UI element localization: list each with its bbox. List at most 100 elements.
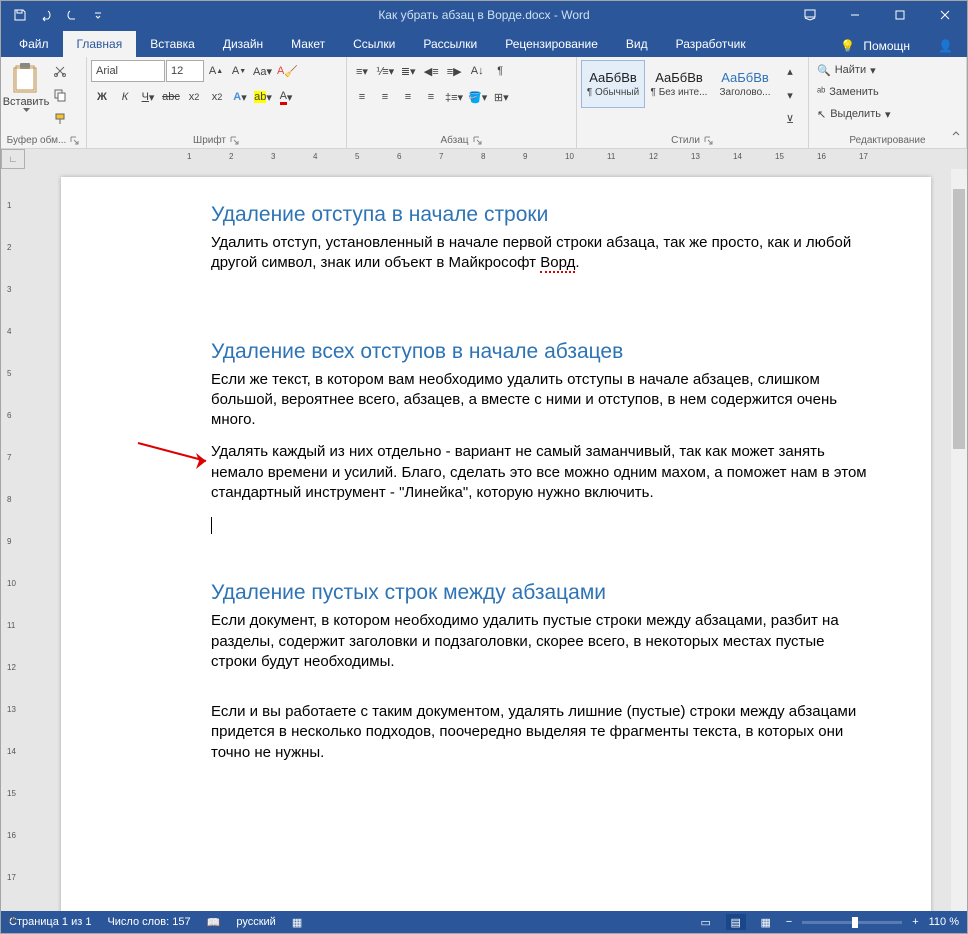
group-clipboard: Вставить Буфер обм... bbox=[1, 57, 87, 148]
highlight-button[interactable]: ab▾ bbox=[252, 86, 274, 108]
style-no-spacing[interactable]: АаБбВв ¶ Без инте... bbox=[647, 60, 711, 108]
tab-home[interactable]: Главная bbox=[63, 31, 137, 57]
heading-3: Удаление пустых строк между абзацами bbox=[211, 581, 871, 605]
underline-button[interactable]: Ч▾ bbox=[137, 86, 159, 108]
redo-button[interactable] bbox=[61, 4, 83, 26]
minimize-button[interactable] bbox=[832, 1, 877, 29]
strikethrough-button[interactable]: abc bbox=[160, 86, 182, 108]
macro-icon[interactable]: ▦ bbox=[292, 916, 302, 929]
paragraph: Если и вы работаете с таким документом, … bbox=[211, 702, 871, 763]
font-color-button[interactable]: A▾ bbox=[275, 86, 297, 108]
zoom-slider[interactable] bbox=[802, 921, 902, 924]
tell-me[interactable]: Помощн bbox=[863, 39, 910, 53]
paragraph: Удалять каждый из них отдельно - вариант… bbox=[211, 442, 871, 503]
word-count[interactable]: Число слов: 157 bbox=[107, 916, 190, 928]
zoom-out-button[interactable]: − bbox=[786, 916, 792, 928]
heading-1: Удаление отступа в начале строки bbox=[211, 203, 871, 227]
sort-button[interactable]: A↓ bbox=[466, 60, 488, 82]
ribbon-tabs: Файл Главная Вставка Дизайн Макет Ссылки… bbox=[1, 29, 967, 57]
tab-developer[interactable]: Разработчик bbox=[662, 31, 760, 57]
styles-scroll-up[interactable]: ▴ bbox=[779, 60, 801, 82]
dialog-launcher-icon[interactable] bbox=[230, 136, 240, 146]
increase-font-button[interactable]: A▲ bbox=[205, 60, 227, 82]
increase-indent-button[interactable]: ≡▶ bbox=[443, 60, 465, 82]
italic-button[interactable]: К bbox=[114, 86, 136, 108]
decrease-font-button[interactable]: A▼ bbox=[228, 60, 250, 82]
web-layout-button[interactable]: ▦ bbox=[756, 914, 776, 930]
superscript-button[interactable]: x2 bbox=[206, 86, 228, 108]
tab-design[interactable]: Дизайн bbox=[209, 31, 277, 57]
font-size-input[interactable] bbox=[166, 60, 204, 82]
align-center-button[interactable]: ≡ bbox=[374, 86, 396, 108]
tab-layout[interactable]: Макет bbox=[277, 31, 339, 57]
ruler-row: ∟ 1234567891011121314151617 bbox=[1, 149, 967, 169]
heading-2: Удаление всех отступов в начале абзацев bbox=[211, 340, 871, 364]
save-button[interactable] bbox=[9, 4, 31, 26]
tab-view[interactable]: Вид bbox=[612, 31, 662, 57]
align-left-button[interactable]: ≡ bbox=[351, 86, 373, 108]
language-indicator[interactable]: русский bbox=[236, 916, 275, 928]
dialog-launcher-icon[interactable] bbox=[473, 136, 483, 146]
read-mode-button[interactable]: ▭ bbox=[696, 914, 716, 930]
shading-button[interactable]: 🪣▾ bbox=[466, 86, 489, 108]
tab-file[interactable]: Файл bbox=[5, 31, 63, 57]
tab-references[interactable]: Ссылки bbox=[339, 31, 409, 57]
print-layout-button[interactable]: ▤ bbox=[726, 914, 746, 930]
font-name-input[interactable] bbox=[91, 60, 165, 82]
page-indicator[interactable]: Страница 1 из 1 bbox=[9, 916, 91, 928]
style-heading1[interactable]: АаБбВв Заголово... bbox=[713, 60, 777, 108]
document-area[interactable]: Удаление отступа в начале строки Удалить… bbox=[25, 169, 967, 911]
align-right-button[interactable]: ≡ bbox=[397, 86, 419, 108]
numbering-button[interactable]: ⅟≡▾ bbox=[374, 60, 396, 82]
paste-button[interactable]: Вставить bbox=[5, 60, 47, 126]
zoom-in-button[interactable]: + bbox=[912, 916, 918, 928]
tab-selector[interactable]: ∟ bbox=[1, 149, 25, 169]
format-painter-button[interactable] bbox=[49, 108, 71, 130]
document-title: Как убрать абзац в Ворде.docx - Word bbox=[378, 8, 589, 22]
subscript-button[interactable]: x2 bbox=[183, 86, 205, 108]
dialog-launcher-icon[interactable] bbox=[704, 136, 714, 146]
styles-more[interactable]: ⊻ bbox=[779, 108, 801, 130]
zoom-level[interactable]: 110 % bbox=[929, 916, 959, 928]
group-font: A▲ A▼ Aa▾ A🧹 Ж К Ч▾ abc x2 x2 A▾ ab▾ A▾ bbox=[87, 57, 347, 148]
horizontal-ruler[interactable]: 1234567891011121314151617 bbox=[25, 149, 967, 169]
qat-customize[interactable] bbox=[87, 4, 109, 26]
justify-button[interactable]: ≡ bbox=[420, 86, 442, 108]
text-cursor bbox=[211, 517, 212, 534]
quick-access-toolbar bbox=[1, 4, 117, 26]
close-button[interactable] bbox=[922, 1, 967, 29]
tab-insert[interactable]: Вставка bbox=[136, 31, 209, 57]
find-button[interactable]: 🔍Найти ▾ bbox=[813, 60, 895, 80]
copy-button[interactable] bbox=[49, 84, 71, 106]
decrease-indent-button[interactable]: ◀≡ bbox=[420, 60, 442, 82]
borders-button[interactable]: ⊞▾ bbox=[490, 86, 512, 108]
clear-format-button[interactable]: A🧹 bbox=[275, 60, 300, 82]
window-controls bbox=[787, 1, 967, 29]
bold-button[interactable]: Ж bbox=[91, 86, 113, 108]
collapse-ribbon-button[interactable] bbox=[951, 126, 961, 144]
multilevel-button[interactable]: ≣▾ bbox=[397, 60, 419, 82]
page: Удаление отступа в начале строки Удалить… bbox=[61, 177, 931, 911]
ribbon-options-button[interactable] bbox=[787, 1, 832, 29]
vertical-scrollbar[interactable] bbox=[951, 169, 967, 911]
select-button[interactable]: ↖Выделить ▾ bbox=[813, 104, 895, 124]
workspace: 123456789101112131415161718 Удаление отс… bbox=[1, 169, 967, 911]
cut-button[interactable] bbox=[49, 60, 71, 82]
line-spacing-button[interactable]: ‡≡▾ bbox=[443, 86, 465, 108]
scrollbar-thumb[interactable] bbox=[953, 189, 965, 449]
dialog-launcher-icon[interactable] bbox=[70, 136, 80, 146]
tab-mailings[interactable]: Рассылки bbox=[409, 31, 491, 57]
style-normal[interactable]: АаБбВв ¶ Обычный bbox=[581, 60, 645, 108]
text-effects-button[interactable]: A▾ bbox=[229, 86, 251, 108]
spellcheck-icon[interactable]: 📖 bbox=[207, 916, 221, 929]
change-case-button[interactable]: Aa▾ bbox=[251, 60, 274, 82]
maximize-button[interactable] bbox=[877, 1, 922, 29]
undo-button[interactable] bbox=[35, 4, 57, 26]
bullets-button[interactable]: ≡▾ bbox=[351, 60, 373, 82]
tab-review[interactable]: Рецензирование bbox=[491, 31, 612, 57]
replace-button[interactable]: ᵃᵇЗаменить bbox=[813, 82, 895, 102]
account-icon[interactable]: 👤 bbox=[938, 39, 953, 53]
show-marks-button[interactable]: ¶ bbox=[489, 60, 511, 82]
styles-scroll-down[interactable]: ▾ bbox=[779, 84, 801, 106]
vertical-ruler[interactable]: 123456789101112131415161718 bbox=[1, 169, 25, 911]
